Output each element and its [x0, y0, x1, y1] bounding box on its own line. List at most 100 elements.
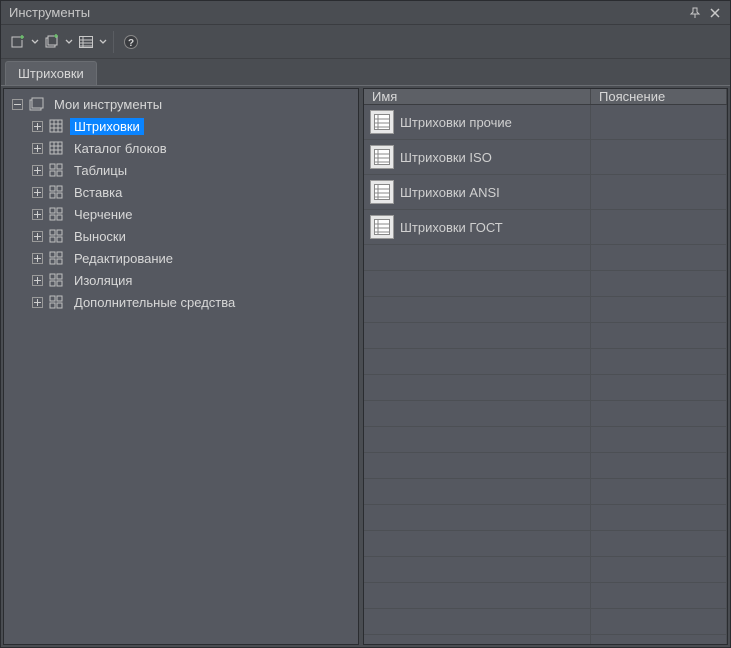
- tree-item[interactable]: Вставка: [4, 181, 358, 203]
- list-empty-row: [364, 401, 727, 427]
- titlebar: Инструменты: [1, 1, 730, 25]
- tree-item[interactable]: Редактирование: [4, 247, 358, 269]
- palette-group-icon: [29, 97, 45, 111]
- tab-label: Штриховки: [18, 66, 84, 81]
- list-item[interactable]: Штриховки ГОСТ: [364, 210, 727, 245]
- list-empty-row: [364, 245, 727, 271]
- toolbar-separator: [113, 31, 114, 53]
- list-empty-row: [364, 349, 727, 375]
- tree-item-label: Дополнительные средства: [70, 294, 239, 311]
- grid-icon: [49, 185, 65, 199]
- list-empty-row: [364, 635, 727, 645]
- new-group-button[interactable]: [41, 30, 63, 54]
- tree-item[interactable]: Штриховки: [4, 115, 358, 137]
- list-empty-row: [364, 427, 727, 453]
- tab-hatches[interactable]: Штриховки: [5, 61, 97, 85]
- hatch-group-icon: [370, 110, 394, 134]
- column-header-name[interactable]: Имя: [364, 89, 591, 104]
- tree-item-label: Редактирование: [70, 250, 177, 267]
- grid-icon: [49, 163, 65, 177]
- tree-item-label: Вставка: [70, 184, 126, 201]
- tree-item[interactable]: Черчение: [4, 203, 358, 225]
- expand-icon[interactable]: [32, 187, 43, 198]
- collapse-icon[interactable]: [12, 99, 23, 110]
- tree-root[interactable]: Мои инструменты: [4, 93, 358, 115]
- list-item-name: Штриховки прочие: [400, 115, 512, 130]
- tree-item-label: Таблицы: [70, 162, 131, 179]
- expand-icon[interactable]: [32, 165, 43, 176]
- view-mode-button[interactable]: [75, 30, 97, 54]
- tree-item-label: Каталог блоков: [70, 140, 171, 157]
- list-item-name-cell: Штриховки ISO: [364, 140, 591, 174]
- tree-item-label: Черчение: [70, 206, 137, 223]
- list-item-description: [591, 140, 727, 174]
- expand-icon[interactable]: [32, 253, 43, 264]
- list-item-name-cell: Штриховки прочие: [364, 105, 591, 139]
- hatch-group-icon: [370, 215, 394, 239]
- list-empty-row: [364, 323, 727, 349]
- close-icon[interactable]: [706, 4, 724, 22]
- list-empty-row: [364, 531, 727, 557]
- list-item-description: [591, 105, 727, 139]
- list-item-name-cell: Штриховки ГОСТ: [364, 210, 591, 244]
- list-empty-row: [364, 583, 727, 609]
- hatch-group-icon: [370, 180, 394, 204]
- column-header-description[interactable]: Пояснение: [591, 89, 727, 104]
- grid-icon: [49, 295, 65, 309]
- grid-icon: [49, 273, 65, 287]
- chevron-down-icon[interactable]: [65, 39, 73, 45]
- tree-item[interactable]: Таблицы: [4, 159, 358, 181]
- palette-icon: [49, 141, 65, 155]
- expand-icon[interactable]: [32, 231, 43, 242]
- list-empty-row: [364, 479, 727, 505]
- list-item[interactable]: Штриховки ANSI: [364, 175, 727, 210]
- pin-icon[interactable]: [686, 4, 704, 22]
- list-empty-row: [364, 505, 727, 531]
- list-item-name: Штриховки ISO: [400, 150, 492, 165]
- grid-icon: [49, 251, 65, 265]
- list-body[interactable]: Штриховки прочие Штриховки ISO Штриховки A…: [364, 105, 727, 645]
- window-title: Инструменты: [9, 5, 684, 20]
- svg-text:?: ?: [128, 38, 134, 49]
- list-item-name: Штриховки ANSI: [400, 185, 500, 200]
- list-empty-row: [364, 557, 727, 583]
- palette-icon: [49, 119, 65, 133]
- list-pane: Имя Пояснение Штриховки прочиеШтриховки …: [363, 88, 728, 645]
- content-area: Мои инструменты Штриховки Каталог блоков Т…: [1, 85, 730, 647]
- list-empty-row: [364, 375, 727, 401]
- expand-icon[interactable]: [32, 143, 43, 154]
- chevron-down-icon[interactable]: [31, 39, 39, 45]
- tree-item-label: Изоляция: [70, 272, 136, 289]
- tree-item[interactable]: Изоляция: [4, 269, 358, 291]
- list-item-description: [591, 175, 727, 209]
- list-header: Имя Пояснение: [364, 89, 727, 105]
- toolbar: ?: [1, 25, 730, 59]
- hatch-group-icon: [370, 145, 394, 169]
- list-empty-row: [364, 453, 727, 479]
- chevron-down-icon[interactable]: [99, 39, 107, 45]
- grid-icon: [49, 229, 65, 243]
- list-empty-row: [364, 609, 727, 635]
- tree-item[interactable]: Дополнительные средства: [4, 291, 358, 313]
- list-item[interactable]: Штриховки прочие: [364, 105, 727, 140]
- tree-item-label: Выноски: [70, 228, 130, 245]
- list-empty-row: [364, 271, 727, 297]
- tree-item-label: Штриховки: [70, 118, 144, 135]
- expand-icon[interactable]: [32, 297, 43, 308]
- help-icon[interactable]: ?: [120, 30, 142, 54]
- grid-icon: [49, 207, 65, 221]
- tree-root-label: Мои инструменты: [50, 96, 166, 113]
- new-palette-button[interactable]: [7, 30, 29, 54]
- list-item-name-cell: Штриховки ANSI: [364, 175, 591, 209]
- list-empty-row: [364, 297, 727, 323]
- tree-item[interactable]: Каталог блоков: [4, 137, 358, 159]
- tabbar: Штриховки: [1, 59, 730, 85]
- tree-pane[interactable]: Мои инструменты Штриховки Каталог блоков Т…: [3, 88, 359, 645]
- list-item-name: Штриховки ГОСТ: [400, 220, 503, 235]
- expand-icon[interactable]: [32, 275, 43, 286]
- expand-icon[interactable]: [32, 209, 43, 220]
- list-item-description: [591, 210, 727, 244]
- tree-item[interactable]: Выноски: [4, 225, 358, 247]
- expand-icon[interactable]: [32, 121, 43, 132]
- list-item[interactable]: Штриховки ISO: [364, 140, 727, 175]
